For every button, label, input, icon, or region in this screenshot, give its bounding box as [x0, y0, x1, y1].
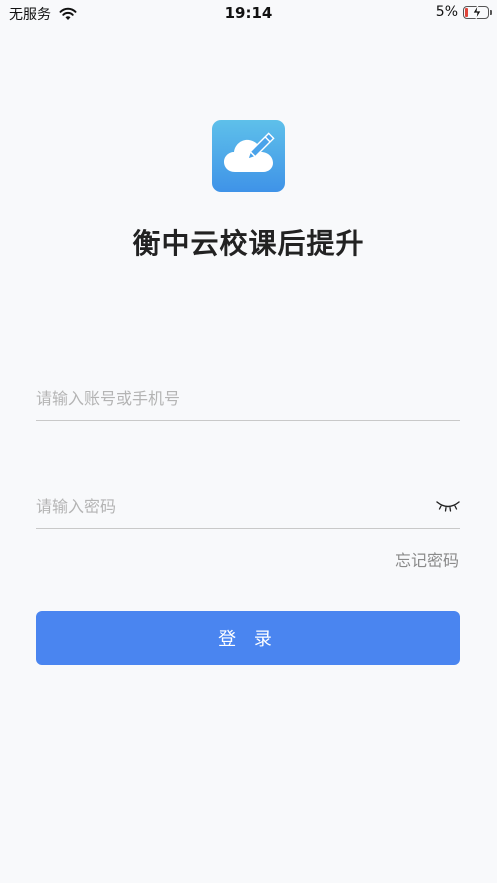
status-time: 19:14 [224, 4, 273, 22]
status-right: 5% [435, 4, 492, 20]
account-field [36, 376, 460, 421]
battery-level [465, 7, 468, 17]
charging-bolt-icon [472, 4, 482, 19]
password-input[interactable] [36, 484, 460, 528]
battery-percent: 5% [435, 4, 458, 20]
forgot-password-link[interactable]: 忘记密码 [395, 547, 459, 571]
eye-closed-icon[interactable] [436, 498, 460, 512]
app-title: 衡中云校课后提升 [132, 227, 365, 260]
battery-icon [463, 4, 492, 19]
status-bar: 无服务 19:14 5% [0, 0, 497, 26]
cloud-pencil-icon [223, 132, 275, 172]
app-logo [212, 120, 285, 192]
account-input[interactable] [36, 376, 460, 420]
login-button[interactable]: 登 录 [36, 611, 460, 665]
password-field [36, 484, 460, 529]
